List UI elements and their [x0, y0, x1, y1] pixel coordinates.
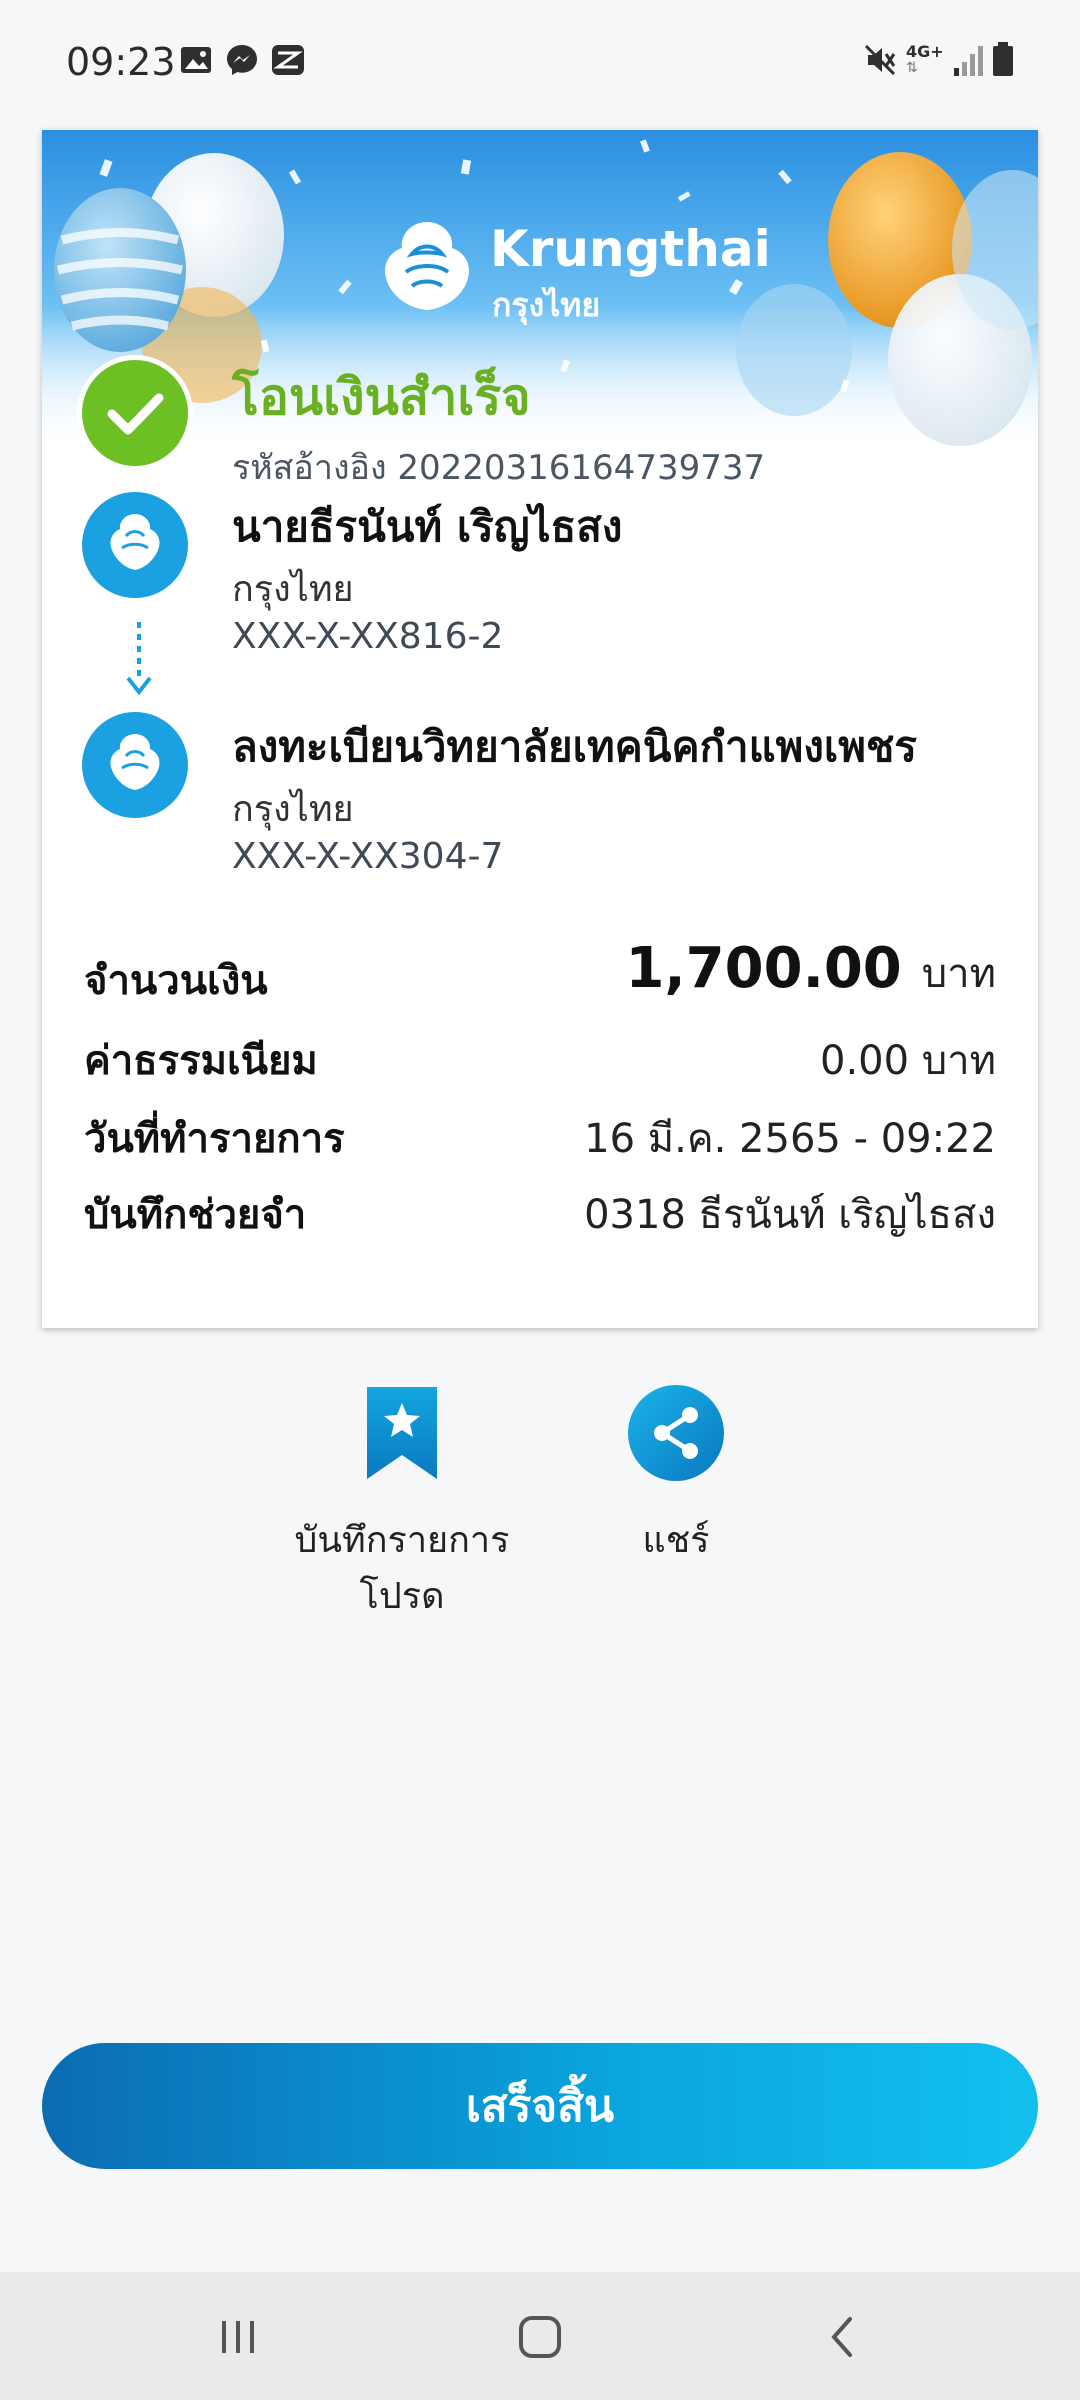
recipient-name: ลงทะเบียนวิทยาลัยเทคนิคกำแพงเพชร	[232, 722, 917, 771]
krungthai-logo: Krungthai กรุงไทย	[372, 212, 771, 324]
battery-icon	[993, 42, 1013, 76]
fee-value: 0.00 บาท	[820, 1038, 996, 1084]
save-favorite-label: บันทึกรายการ โปรด	[294, 1520, 510, 1617]
recent-apps-button[interactable]	[198, 2302, 278, 2372]
arrow-down-icon	[126, 622, 152, 696]
transfer-success-title: โอนเงินสำเร็จ	[232, 368, 531, 426]
sender-account: XXX-X-XX816-2	[232, 616, 504, 657]
reference-number: รหัสอ้างอิง 2022031616473973​7	[232, 448, 766, 488]
recipient-bank: กรุงไทย	[232, 789, 354, 830]
system-navigation-bar	[0, 2272, 1080, 2400]
amount-value-row: 1,700.00 บาท	[625, 936, 996, 1005]
date-label: วันที่ทำรายการ	[84, 1116, 345, 1162]
messenger-icon	[227, 45, 257, 75]
recipient-bank-logo	[82, 712, 188, 818]
memo-label: บันทึกช่วยจำ	[84, 1192, 307, 1238]
share-icon	[628, 1385, 724, 1481]
sender-name: นายธีรนันท์ เริญไธสง	[232, 502, 623, 551]
krungthai-bird-icon	[384, 222, 470, 310]
sender-bank-logo	[82, 492, 188, 598]
success-check-icon	[82, 360, 188, 466]
amount-label: จำนวนเงิน	[84, 958, 268, 1004]
recent-apps-icon	[222, 2321, 254, 2353]
capcut-icon	[272, 45, 304, 75]
network-4g-icon: 4G+ ⇅	[906, 42, 944, 77]
mute-icon	[864, 44, 896, 76]
receipt-card: Krungthai กรุงไทย โอนเงินสำเร็จ รหัสอ้าง…	[42, 130, 1038, 1328]
recipient-account: XXX-X-XX304-7	[232, 836, 504, 877]
signal-icon	[954, 46, 983, 76]
share-label: แชร์	[642, 1520, 710, 1561]
date-value: 16 มี.ค. 2565 - 09:22	[584, 1116, 996, 1162]
home-button[interactable]	[500, 2302, 580, 2372]
share-button[interactable]: แชร์	[546, 1385, 806, 1569]
sender-bank: กรุงไทย	[232, 569, 354, 610]
amount-value: 1,700.00	[625, 936, 902, 1001]
back-button[interactable]	[802, 2302, 882, 2372]
memo-value: 0318 ธีรนันท์ เริญไธสง	[584, 1192, 996, 1238]
save-favorite-button[interactable]: บันทึกรายการ โปรด	[272, 1385, 532, 1625]
amount-unit: บาท	[921, 951, 996, 997]
back-icon	[831, 2317, 852, 2357]
done-button[interactable]: เสร็จสิ้น	[42, 2043, 1038, 2169]
image-icon	[181, 47, 211, 73]
status-time: 09:23	[66, 40, 176, 84]
fee-label: ค่าธรรมเนียม	[84, 1038, 318, 1084]
bookmark-star-icon	[367, 1387, 437, 1479]
receipt-body: Krungthai กรุงไทย โอนเงินสำเร็จ รหัสอ้าง…	[42, 130, 1038, 1328]
home-icon	[519, 2316, 561, 2358]
status-bar: 09:23 4G+ ⇅	[0, 0, 1080, 120]
